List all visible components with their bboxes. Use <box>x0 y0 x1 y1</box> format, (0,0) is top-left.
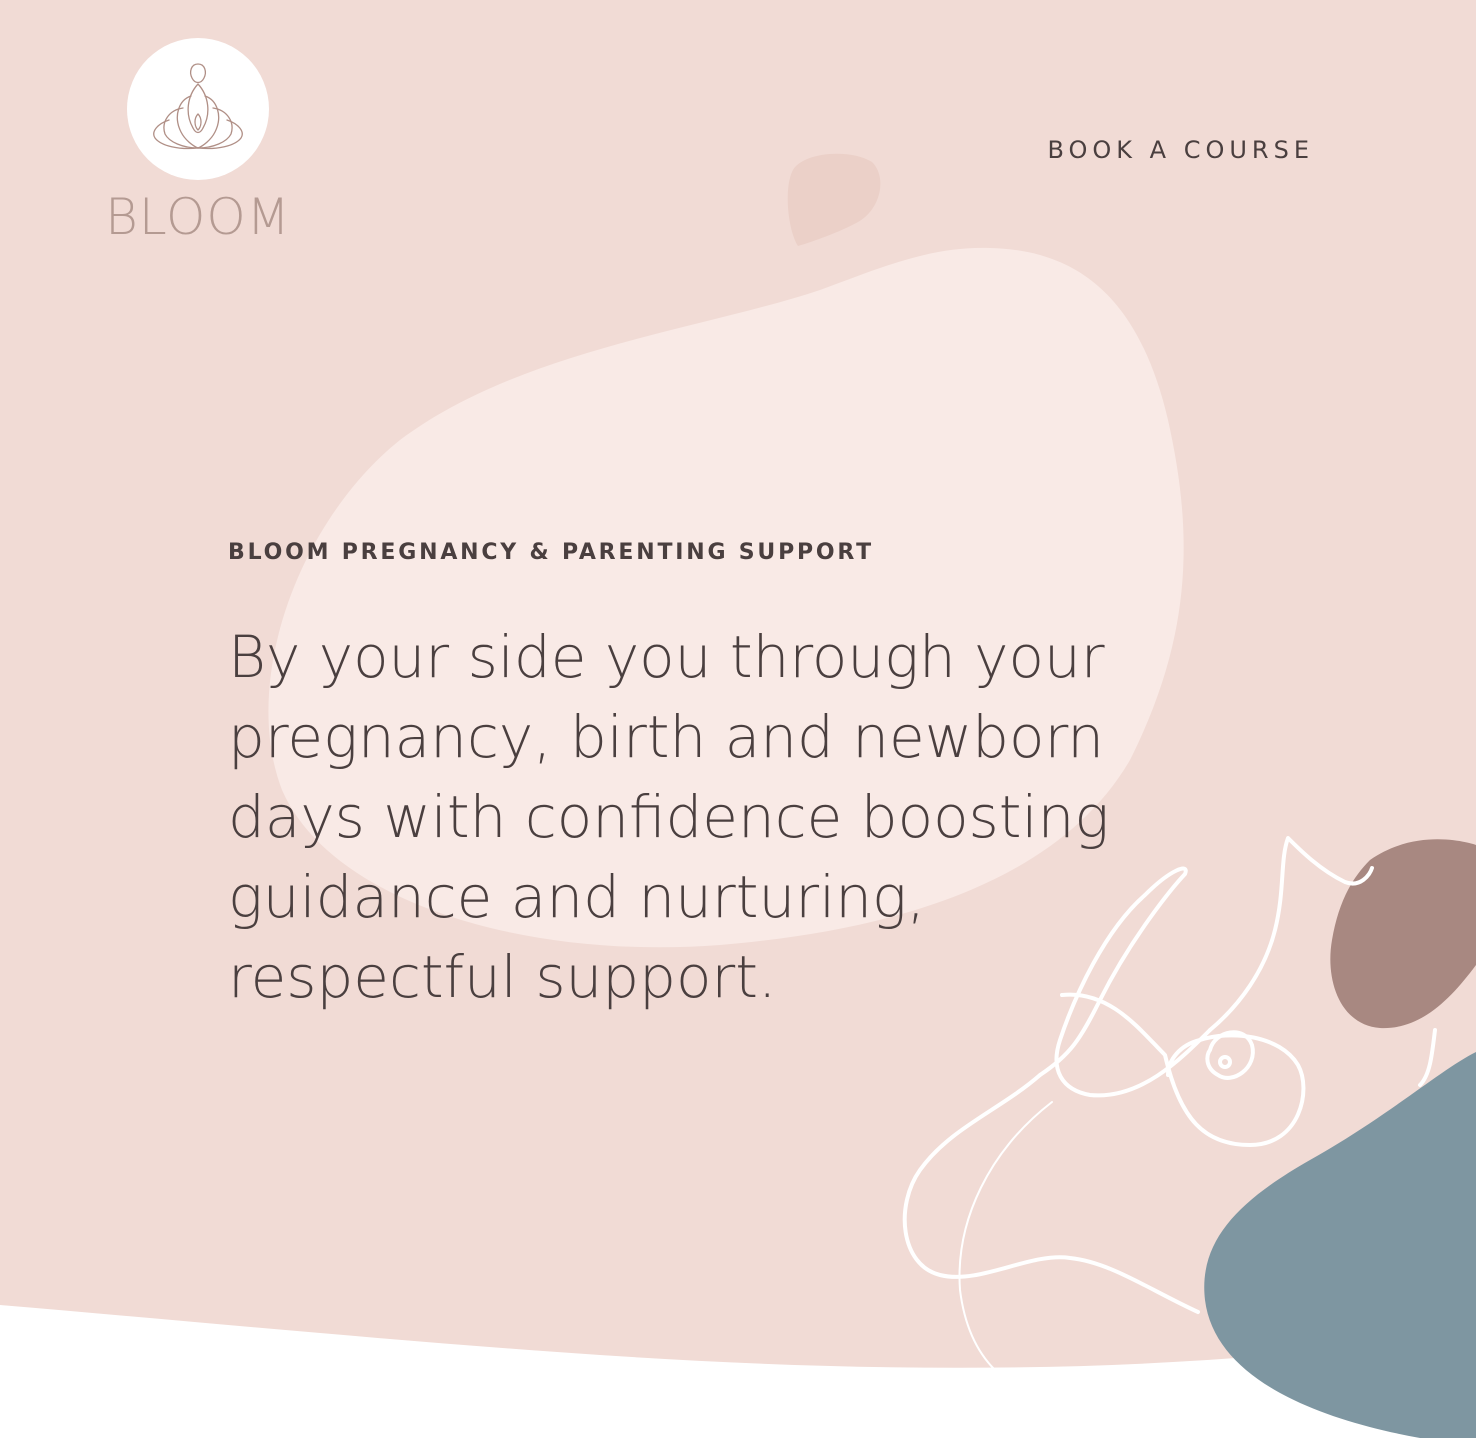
lotus-woman-icon <box>153 63 243 150</box>
book-course-link[interactable]: BOOK A COURSE <box>1047 136 1314 164</box>
brand-logo[interactable]: BLOOM <box>96 38 300 258</box>
hero-section: BLOOM BOOK A COURSE BLOOM PREGNANCY & PA… <box>0 0 1476 1438</box>
logo-badge <box>127 38 269 180</box>
hero-headline: By your side you through your pregnancy,… <box>228 623 1110 1011</box>
hero-eyebrow: BLOOM PREGNANCY & PARENTING SUPPORT <box>228 540 874 565</box>
brand-wordmark: BLOOM <box>105 188 291 246</box>
hero-content: BLOOM PREGNANCY & PARENTING SUPPORT By y… <box>228 540 1188 1017</box>
